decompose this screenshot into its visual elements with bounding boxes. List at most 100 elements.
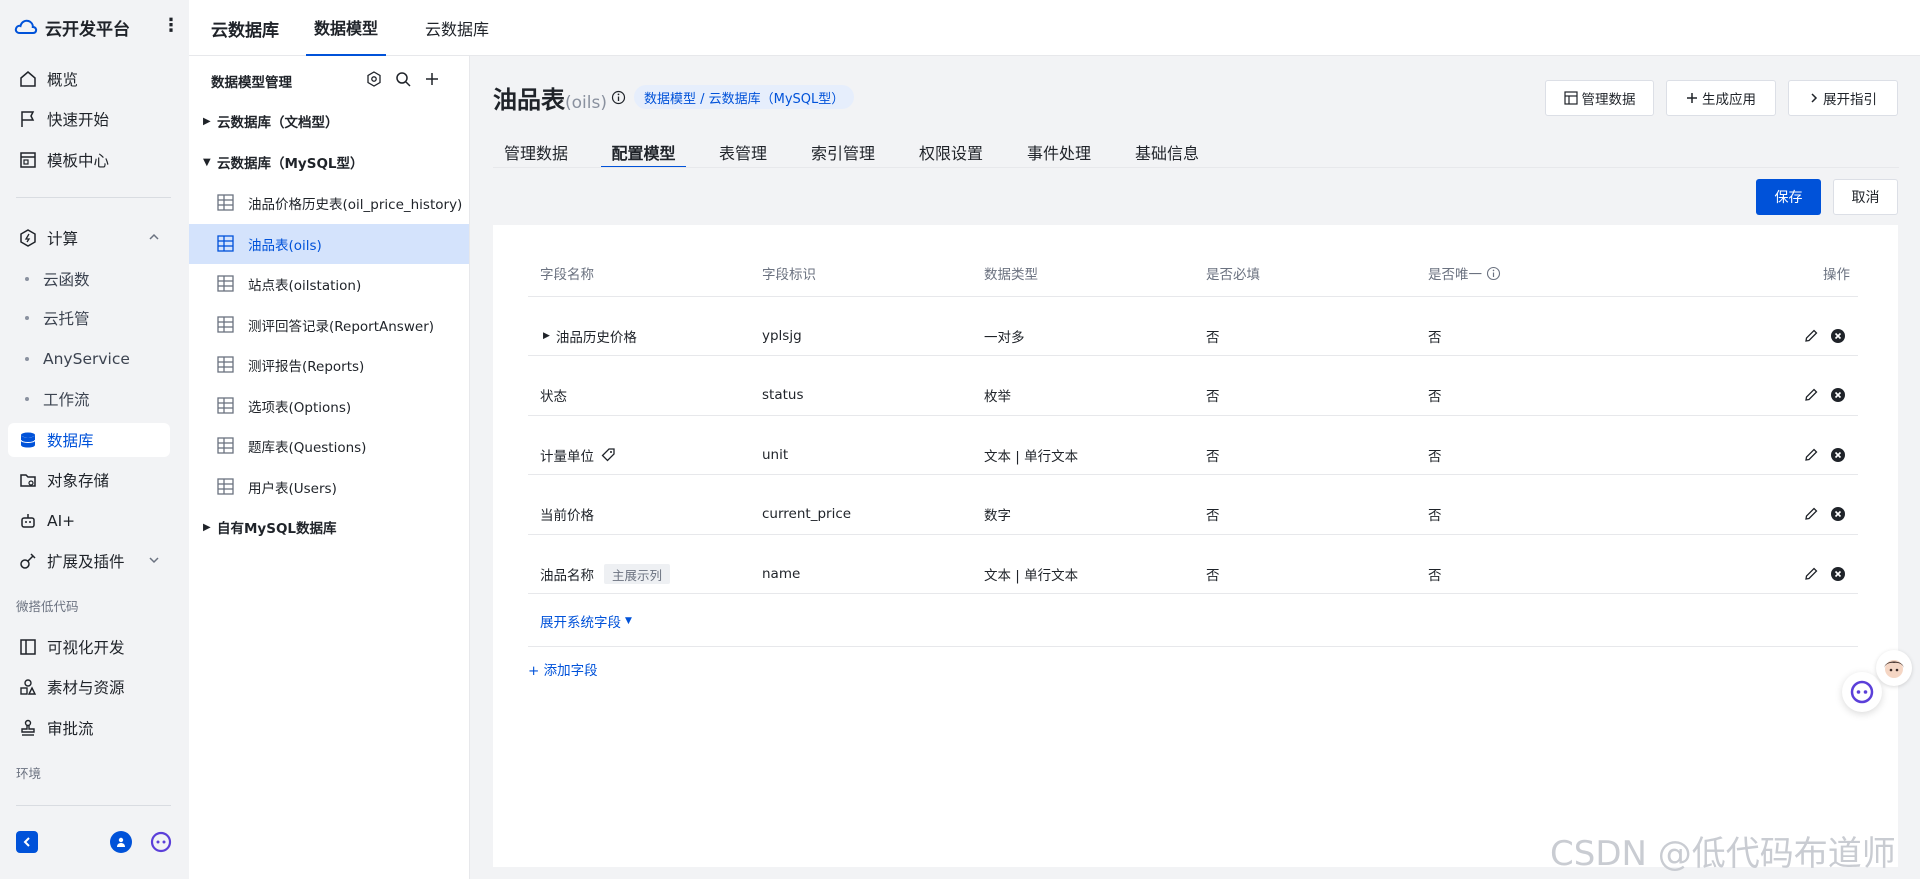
nav-item-ai[interactable]: AI+ bbox=[8, 504, 170, 538]
more-vertical-icon[interactable]: ⋮ bbox=[162, 17, 180, 35]
nav-item-approval[interactable]: 审批流 bbox=[8, 711, 170, 745]
cancel-button[interactable]: 取消 bbox=[1833, 179, 1898, 215]
add-icon[interactable] bbox=[423, 70, 441, 88]
nav-label: 工作流 bbox=[43, 391, 90, 409]
nav-item-visual-dev[interactable]: 可视化开发 bbox=[8, 630, 170, 664]
tree-node-users[interactable]: 用户表(Users) bbox=[189, 467, 469, 507]
tab-configure-model[interactable]: 配置模型 bbox=[601, 130, 686, 168]
nav-item-plugins[interactable]: 扩展及插件 bbox=[8, 544, 170, 578]
nav-sub-anyservice[interactable]: AnyService bbox=[8, 343, 170, 375]
caret-right-icon: ▶ bbox=[203, 521, 211, 533]
nav-sub-workflow[interactable]: 工作流 bbox=[8, 383, 170, 415]
field-name-cell[interactable]: ▶ 油品历史价格 bbox=[543, 326, 637, 346]
nav-item-compute[interactable]: 计算 bbox=[8, 221, 170, 255]
nav-label: 扩展及插件 bbox=[47, 553, 125, 571]
nav-item-overview[interactable]: 概览 bbox=[8, 62, 170, 96]
nav-label: 素材与资源 bbox=[47, 679, 125, 697]
nav-item-templates[interactable]: 模板中心 bbox=[8, 143, 170, 177]
tab-basic-info[interactable]: 基础信息 bbox=[1134, 130, 1200, 168]
primary-display-tag: 主展示列 bbox=[604, 564, 671, 584]
nav-sub-cloud-function[interactable]: 云函数 bbox=[8, 263, 170, 295]
table-icon bbox=[1563, 91, 1578, 105]
bullet bbox=[25, 357, 29, 361]
info-icon[interactable] bbox=[611, 90, 626, 105]
expand-guide-button[interactable]: 展开指引 bbox=[1788, 80, 1898, 116]
tree-group-label: 云数据库（MySQL型） bbox=[217, 156, 364, 172]
tab-manage-data[interactable]: 管理数据 bbox=[503, 130, 569, 168]
tree-node-label: 油品表(oils) bbox=[248, 238, 322, 254]
tab-table-management[interactable]: 表管理 bbox=[718, 130, 768, 168]
tab-permissions[interactable]: 权限设置 bbox=[918, 130, 984, 168]
model-name: 油品表 bbox=[493, 86, 565, 114]
field-type: 文本 | 单行文本 bbox=[984, 449, 1079, 465]
delete-icon[interactable] bbox=[1830, 506, 1846, 522]
tree-group-doc-db[interactable]: ▶ 云数据库（文档型） bbox=[203, 109, 339, 133]
tree-node-oilstation[interactable]: 站点表(oilstation) bbox=[189, 264, 469, 304]
expand-system-fields-link[interactable]: 展开系统字段 ▼ bbox=[540, 611, 632, 631]
user-avatar-icon[interactable] bbox=[110, 831, 132, 853]
chevron-right-icon bbox=[1811, 93, 1818, 103]
brand[interactable]: 云开发平台 bbox=[14, 14, 130, 40]
nav-item-assets[interactable]: 素材与资源 bbox=[8, 670, 170, 704]
expand-caret-icon[interactable]: ▶ bbox=[543, 331, 550, 341]
tree-node-oil-price-history[interactable]: 油品价格历史表(oil_price_history) bbox=[189, 183, 469, 223]
tab-index-management[interactable]: 索引管理 bbox=[810, 130, 876, 168]
header-data-type: 数据类型 bbox=[984, 267, 1038, 283]
edit-icon[interactable] bbox=[1803, 506, 1819, 522]
tabs-divider bbox=[493, 167, 1899, 168]
delete-icon[interactable] bbox=[1830, 447, 1846, 463]
table-icon bbox=[217, 194, 234, 211]
assistant-icon[interactable] bbox=[150, 831, 172, 853]
tree-node-label: 油品价格历史表(oil_price_history) bbox=[248, 197, 463, 213]
chevron-down-icon bbox=[148, 554, 160, 566]
tree-title: 数据模型管理 bbox=[211, 75, 292, 91]
settings-icon[interactable] bbox=[365, 70, 383, 88]
tab-event-handling[interactable]: 事件处理 bbox=[1026, 130, 1092, 168]
tree-node-options[interactable]: 选项表(Options) bbox=[189, 386, 469, 426]
delete-icon[interactable] bbox=[1830, 387, 1846, 403]
tree-group-own-mysql[interactable]: ▶ 自有MySQL数据库 bbox=[203, 515, 337, 539]
field-type: 数字 bbox=[984, 508, 1011, 524]
tree-node-reports[interactable]: 测评报告(Reports) bbox=[189, 345, 469, 385]
delete-icon[interactable] bbox=[1830, 328, 1846, 344]
nav-item-quickstart[interactable]: 快速开始 bbox=[8, 102, 170, 136]
collapse-sidebar-button[interactable] bbox=[16, 831, 38, 853]
manage-data-button[interactable]: 管理数据 bbox=[1545, 80, 1654, 116]
row-divider bbox=[528, 355, 1858, 356]
delete-icon[interactable] bbox=[1830, 566, 1846, 582]
tree-node-report-answer[interactable]: 测评回答记录(ReportAnswer) bbox=[189, 305, 469, 345]
table-icon bbox=[217, 235, 234, 252]
tree-node-label: 题库表(Questions) bbox=[248, 440, 367, 456]
tab-data-model[interactable]: 数据模型 bbox=[306, 0, 386, 56]
nav-sub-cloud-hosting[interactable]: 云托管 bbox=[8, 302, 170, 334]
field-required: 否 bbox=[1206, 508, 1220, 524]
flag-icon bbox=[18, 109, 38, 129]
generate-app-button[interactable]: 生成应用 bbox=[1666, 80, 1776, 116]
tree-group-mysql-db[interactable]: ▼ 云数据库（MySQL型） bbox=[203, 150, 364, 174]
nav-item-storage[interactable]: 对象存储 bbox=[8, 463, 170, 497]
table-icon bbox=[217, 316, 234, 333]
tree-node-questions[interactable]: 题库表(Questions) bbox=[189, 426, 469, 466]
model-breadcrumb-tag: 数据模型 / 云数据库（MySQL型） bbox=[634, 85, 855, 109]
search-icon[interactable] bbox=[394, 70, 412, 88]
edit-icon[interactable] bbox=[1803, 566, 1819, 582]
edit-icon[interactable] bbox=[1803, 447, 1819, 463]
nav-item-database[interactable]: 数据库 bbox=[8, 423, 170, 457]
field-unique: 否 bbox=[1428, 449, 1442, 465]
tab-cloud-database[interactable]: 云数据库 bbox=[425, 0, 489, 56]
product-title: 云数据库 bbox=[211, 21, 279, 41]
field-required: 否 bbox=[1206, 568, 1220, 584]
assistant-float-button[interactable] bbox=[1842, 672, 1882, 712]
assistant-avatar-icon[interactable] bbox=[1876, 650, 1912, 686]
edit-icon[interactable] bbox=[1803, 328, 1819, 344]
tree-node-oils[interactable]: 油品表(oils) bbox=[189, 224, 469, 264]
template-icon bbox=[18, 150, 38, 170]
field-name-cell: 计量单位 bbox=[540, 445, 616, 465]
edit-icon[interactable] bbox=[1803, 387, 1819, 403]
tree-node-label: 测评回答记录(ReportAnswer) bbox=[248, 319, 435, 335]
save-button[interactable]: 保存 bbox=[1756, 179, 1821, 215]
button-label: 管理数据 bbox=[1581, 92, 1636, 108]
add-field-link[interactable]: + 添加字段 bbox=[528, 659, 598, 679]
header-field-name: 字段名称 bbox=[540, 267, 594, 283]
nav-label: 可视化开发 bbox=[47, 639, 125, 657]
